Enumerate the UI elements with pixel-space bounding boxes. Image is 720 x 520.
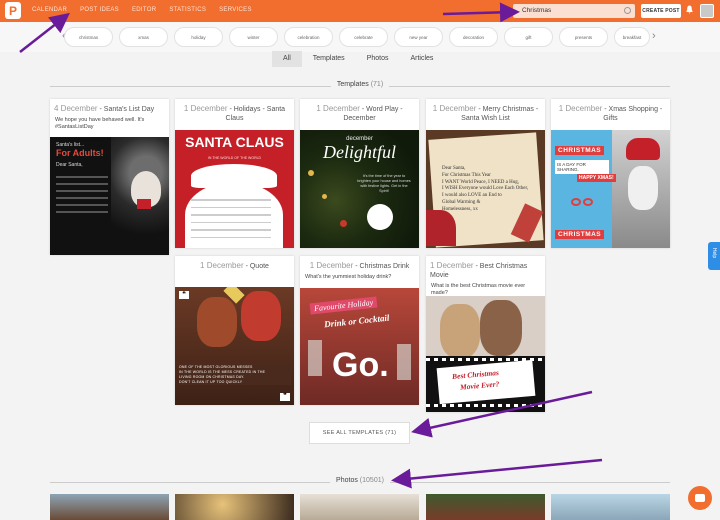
bell-icon[interactable] (686, 5, 693, 14)
tab-photos[interactable]: Photos (356, 51, 400, 67)
search-input[interactable]: Christmas (513, 4, 635, 18)
tag-carousel: ‹ christmas xmas holiday winter celebrat… (0, 22, 720, 52)
logo-letter: P (8, 3, 17, 18)
card-date: 1 December (316, 104, 360, 113)
nav-calendar[interactable]: CALENDAR (32, 7, 67, 13)
card-title: - Xmas Shopping - Gifts (603, 106, 663, 122)
chat-icon (695, 494, 705, 502)
filter-tabs: All Templates Photos Articles (272, 51, 444, 67)
top-bar: P CALENDAR POST IDEAS EDITOR STATISTICS … (0, 0, 720, 22)
nav-statistics[interactable]: STATISTICS (169, 7, 206, 13)
template-thumbnail[interactable]: Santa's list... For Adults! Dear Santa, (50, 137, 169, 255)
photo-thumbnail[interactable] (50, 494, 169, 520)
photos-heading: Photos (10501) (330, 477, 390, 484)
nav-post-ideas[interactable]: POST IDEAS (80, 7, 119, 13)
template-card[interactable]: 1 December - Word Play - December decemb… (300, 99, 419, 248)
tag-chip[interactable]: decoration (449, 27, 498, 47)
tag-chip[interactable]: celebration (284, 27, 333, 47)
tag-chip[interactable]: winter (229, 27, 278, 47)
tag-chip[interactable]: celebrate (339, 27, 388, 47)
template-card[interactable]: 1 December - Merry Christmas - Santa Wis… (426, 99, 545, 248)
tab-templates[interactable]: Templates (302, 51, 356, 67)
template-thumbnail[interactable]: Best Christmas Movie Ever? (426, 296, 545, 412)
template-thumbnail[interactable]: SANTA CLAUS IN THE WORLD OF THE WORLD (175, 130, 294, 248)
card-title: - Santa's List Day (99, 106, 155, 113)
card-date: 1 December (183, 104, 228, 113)
tag-chip[interactable]: breakfast (614, 27, 650, 47)
tab-all[interactable]: All (272, 51, 302, 67)
tab-articles[interactable]: Articles (399, 51, 444, 67)
template-thumbnail[interactable]: CHRISTMAS IS A DAY FOR SHARING. HAPPY XM… (551, 130, 670, 248)
photo-thumbnail[interactable] (551, 494, 670, 520)
tag-chip[interactable]: new year (394, 27, 443, 47)
photos-section-header: Photos (10501) (50, 477, 670, 487)
search-icon[interactable] (624, 7, 631, 14)
template-thumbnail[interactable]: Favourite Holiday Drink or Cocktail Go. (300, 288, 419, 405)
card-date: 1 December (430, 261, 474, 270)
search-value: Christmas (522, 7, 552, 14)
template-card[interactable]: 1 December - Quote ❝ ONE OF THE MOST GLO… (175, 256, 294, 405)
card-title: - Holidays - Santa Claus (225, 106, 286, 122)
template-card[interactable]: 1 December - Best Christmas Movie What i… (426, 256, 545, 412)
main-nav: CALENDAR POST IDEAS EDITOR STATISTICS SE… (32, 7, 252, 13)
photo-thumbnail[interactable] (175, 494, 294, 520)
card-date: 4 December (54, 104, 98, 113)
help-tab[interactable]: Help (708, 242, 720, 270)
card-date: 1 December (432, 104, 477, 113)
card-caption: We hope you have behaved well. It's #San… (55, 117, 145, 130)
template-thumbnail[interactable]: ❝ ONE OF THE MOST GLORIOUS MESSES IN THE… (175, 287, 294, 405)
card-caption: What's the yummiest holiday drink? (305, 274, 392, 280)
card-date: 1 December (200, 261, 244, 270)
tag-chip[interactable]: gift (504, 27, 553, 47)
tag-chip[interactable]: xmas (119, 27, 168, 47)
tag-chip[interactable]: presents (559, 27, 608, 47)
card-title: - Christmas Drink (355, 263, 410, 270)
tag-list: christmas xmas holiday winter celebratio… (64, 27, 650, 47)
chat-button[interactable] (688, 486, 712, 510)
avatar[interactable] (700, 4, 714, 18)
templates-heading: Templates (71) (330, 81, 390, 88)
tag-chip[interactable]: holiday (174, 27, 223, 47)
nav-editor[interactable]: EDITOR (132, 7, 156, 13)
help-label: Help (711, 247, 718, 259)
see-all-templates-button[interactable]: SEE ALL TEMPLATES (71) (309, 422, 410, 444)
app-logo[interactable]: P (5, 2, 21, 19)
chevron-right-icon[interactable]: › (652, 30, 656, 42)
create-post-button[interactable]: CREATE POST (641, 4, 681, 18)
photo-thumbnail[interactable] (426, 494, 545, 520)
template-card[interactable]: 1 December - Holidays - Santa Claus SANT… (175, 99, 294, 248)
template-card[interactable]: 4 December - Santa's List Day We hope yo… (50, 99, 169, 255)
templates-section-header: Templates (71) (50, 81, 670, 91)
card-caption: What is the best Christmas movie ever ma… (431, 283, 526, 296)
card-date: 1 December (558, 104, 603, 113)
template-thumbnail[interactable]: december Delightful It's the time of the… (300, 130, 419, 248)
nav-services[interactable]: SERVICES (219, 7, 252, 13)
card-date: 1 December (309, 261, 354, 270)
template-card[interactable]: 1 December - Xmas Shopping - Gifts CHRIS… (551, 99, 670, 248)
tag-chip[interactable]: christmas (64, 27, 113, 47)
template-thumbnail[interactable]: Dear Santa, For Christmas This Year I WA… (426, 130, 545, 248)
card-title: - Quote (245, 263, 269, 270)
template-card[interactable]: 1 December - Christmas Drink What's the … (300, 256, 419, 405)
photo-thumbnail[interactable] (300, 494, 419, 520)
